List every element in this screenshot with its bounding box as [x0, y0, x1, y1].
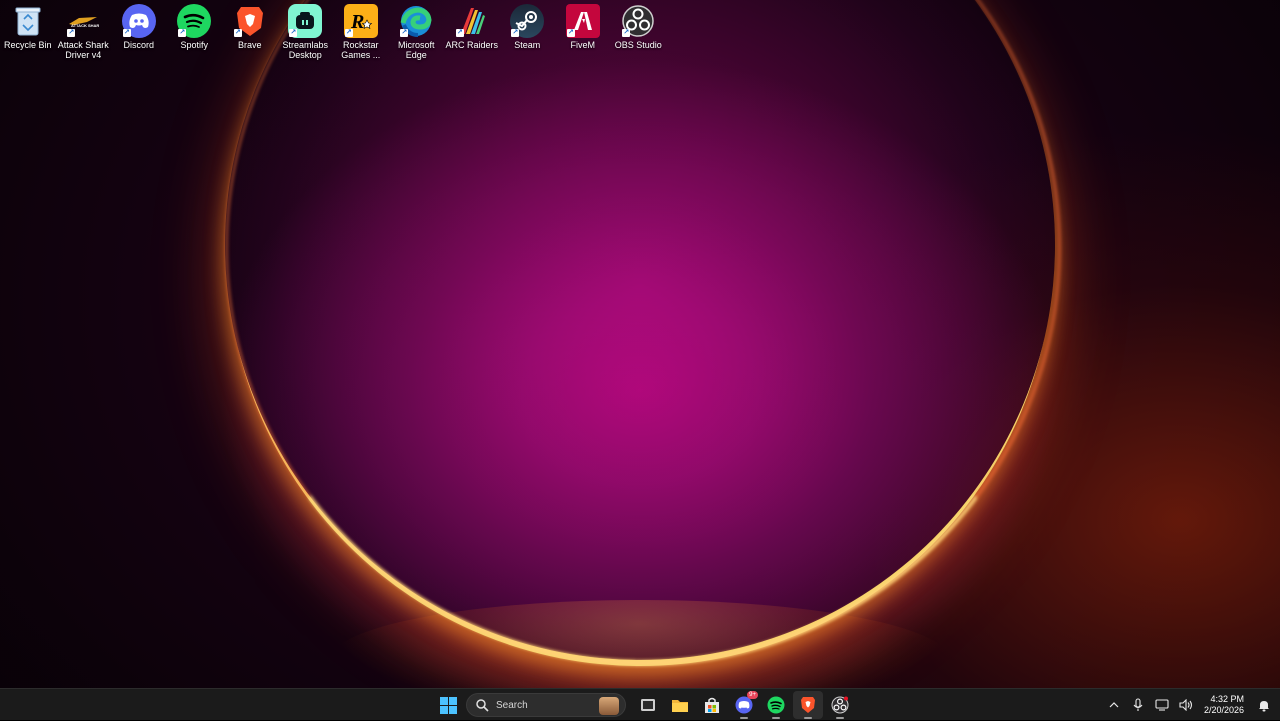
shortcut-arrow-icon: ↗: [511, 29, 520, 37]
clock-date: 2/20/2026: [1203, 705, 1244, 715]
desktop-icon-arc-raiders[interactable]: ↗ ARC Raiders: [444, 4, 500, 60]
shortcut-arrow-icon: ↗: [455, 29, 464, 37]
clock[interactable]: 4:32 PM 2/20/2026: [1204, 694, 1244, 716]
file-explorer-button[interactable]: [665, 691, 695, 719]
desktop-icon-label: Rockstar Games ...: [341, 40, 381, 60]
taskbar-search-box[interactable]: Search: [466, 693, 626, 717]
file-explorer-icon: [672, 699, 688, 712]
taskbar-pinned: Search 9+: [432, 689, 856, 721]
shortcut-arrow-icon: ↗: [122, 29, 131, 37]
desktop-icon-obs[interactable]: ↗ OBS Studio: [611, 4, 667, 60]
desktop-icon-recycle-bin[interactable]: Recycle Bin: [0, 4, 56, 60]
desktop-icon-rockstar[interactable]: R ↗ Rockstar Games ...: [333, 4, 389, 60]
start-button[interactable]: [433, 691, 463, 719]
steam-icon: ↗: [510, 4, 545, 38]
streamlabs-icon: ↗: [288, 4, 323, 38]
task-view-icon: [641, 699, 655, 711]
microsoft-store-icon: [705, 697, 719, 713]
desktop-icon-discord[interactable]: ↗ Discord: [111, 4, 167, 60]
volume-button[interactable]: [1174, 691, 1198, 719]
show-hidden-icons-button[interactable]: [1102, 691, 1126, 719]
clock-time: 4:32 PM: [1210, 694, 1244, 704]
task-view-button[interactable]: [633, 691, 663, 719]
arc-raiders-icon: ↗: [455, 4, 489, 38]
desktop-icon-fivem[interactable]: ↗ FiveM: [555, 4, 611, 60]
desktop-icon-label: Streamlabs Desktop: [282, 40, 329, 60]
wallpaper-orb-rim: [225, 0, 1061, 666]
shortcut-arrow-icon: ↗: [67, 29, 76, 37]
desktop-icon-steam[interactable]: ↗ Steam: [500, 4, 556, 60]
discord-icon: ↗: [121, 4, 156, 38]
taskbar-discord-button[interactable]: 9+: [729, 691, 759, 719]
bell-icon: [1259, 700, 1269, 711]
rockstar-icon: R ↗: [343, 4, 378, 38]
svg-text:ATTACK SHARK: ATTACK SHARK: [71, 23, 99, 28]
chevron-up-icon: [1109, 702, 1119, 708]
network-button[interactable]: [1150, 691, 1174, 719]
attack-shark-icon: ATTACK SHARK ↗: [66, 4, 100, 38]
notifications-button[interactable]: [1252, 691, 1276, 719]
desktop-wallpaper: [0, 0, 1280, 688]
microphone-button[interactable]: [1126, 691, 1150, 719]
desktop-icon-spotify[interactable]: ↗ Spotify: [167, 4, 223, 60]
obs-icon: ↗: [621, 4, 655, 38]
spotify-icon: [767, 696, 785, 714]
search-highlight-icon: [599, 697, 619, 715]
shortcut-arrow-icon: ↗: [178, 29, 187, 37]
brave-icon: ↗: [233, 4, 267, 38]
desktop-icons: Recycle Bin ATTACK SHARK ↗ Attack Shark …: [0, 4, 666, 60]
microsoft-store-button[interactable]: [697, 691, 727, 719]
search-icon: [476, 699, 489, 712]
network-icon: [1155, 699, 1169, 711]
desktop-icon-label: Spotify: [180, 40, 208, 50]
desktop-icon-brave[interactable]: ↗ Brave: [222, 4, 278, 60]
notification-badge: 9+: [747, 691, 758, 699]
shortcut-arrow-icon: ↗: [622, 29, 631, 37]
desktop-icon-label: Steam: [514, 40, 541, 50]
start-icon: [439, 696, 457, 714]
desktop-icon-edge[interactable]: ↗ Microsoft Edge: [389, 4, 445, 60]
taskbar-brave-button[interactable]: [793, 691, 823, 719]
desktop-icon-label: Discord: [123, 40, 154, 50]
fivem-icon: ↗: [565, 4, 600, 38]
desktop-icon-label: Recycle Bin: [3, 40, 52, 50]
shortcut-arrow-icon: ↗: [344, 29, 353, 37]
taskbar-obs-button[interactable]: [825, 691, 855, 719]
desktop-icon-attack-shark[interactable]: ATTACK SHARK ↗ Attack Shark Driver v4: [56, 4, 112, 60]
search-placeholder: Search: [496, 699, 528, 711]
desktop-icon-streamlabs[interactable]: ↗ Streamlabs Desktop: [278, 4, 334, 60]
recycle-bin-icon: [11, 4, 45, 38]
desktop-icon-label: FiveM: [570, 40, 596, 50]
desktop-icon-label: ARC Raiders: [445, 40, 498, 50]
volume-icon: [1179, 699, 1193, 711]
desktop-icon-label: Microsoft Edge: [397, 40, 435, 60]
edge-icon: ↗: [399, 4, 433, 38]
desktop-icon-label: Brave: [237, 40, 262, 50]
microphone-icon: [1133, 698, 1143, 711]
desktop-icon-label: OBS Studio: [614, 40, 662, 50]
brave-icon: [801, 697, 815, 713]
shortcut-arrow-icon: ↗: [400, 29, 409, 37]
taskbar: Search 9+ 4:32 PM 2/20/2026: [0, 688, 1280, 720]
obs-icon: [831, 696, 849, 714]
spotify-icon: ↗: [177, 4, 212, 38]
taskbar-spotify-button[interactable]: [761, 691, 791, 719]
desktop-icon-label: Attack Shark Driver v4: [57, 40, 109, 60]
system-tray: 4:32 PM 2/20/2026: [1102, 689, 1280, 721]
shortcut-arrow-icon: ↗: [566, 29, 575, 37]
shortcut-arrow-icon: ↗: [289, 29, 298, 37]
shortcut-arrow-icon: ↗: [233, 29, 242, 37]
